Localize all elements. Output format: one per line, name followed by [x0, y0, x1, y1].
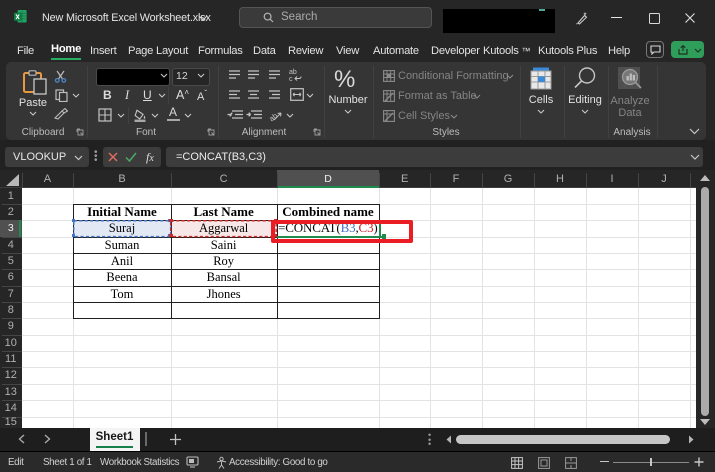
- svg-text:ab: ab: [289, 69, 297, 76]
- svg-text:c: c: [289, 76, 293, 82]
